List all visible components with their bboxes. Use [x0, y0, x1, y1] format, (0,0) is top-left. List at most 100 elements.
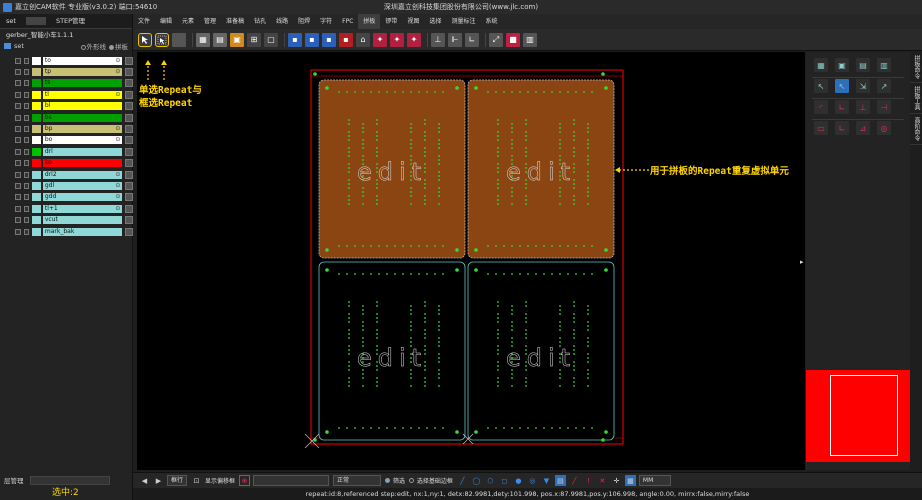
- layer-name[interactable]: bs: [42, 113, 123, 122]
- unit-select[interactable]: MM: [638, 475, 671, 486]
- layer-aux-button[interactable]: [125, 79, 133, 88]
- layer-visible-checkbox[interactable]: [15, 205, 21, 212]
- layer-affect-checkbox[interactable]: [23, 137, 30, 144]
- layer-aux-button[interactable]: [125, 136, 133, 145]
- layer-color-swatch[interactable]: [32, 56, 41, 65]
- align-icon[interactable]: ⊥: [431, 32, 445, 47]
- layer-row[interactable]: bp ⊙: [0, 123, 133, 134]
- box-select-repeat-button[interactable]: [155, 32, 169, 47]
- layer-name[interactable]: gdl ⊙: [42, 181, 123, 190]
- layer-visible-checkbox[interactable]: [15, 103, 21, 110]
- layer-color-swatch[interactable]: [32, 102, 41, 111]
- red-square-icon[interactable]: ■: [506, 32, 520, 47]
- eye-icon[interactable]: ⊙: [115, 125, 120, 133]
- red-tool-3-icon[interactable]: ✦: [390, 32, 404, 47]
- layer-aux-button[interactable]: [125, 181, 133, 190]
- layer-manager-label[interactable]: 层管理: [4, 475, 24, 485]
- move-icon[interactable]: ↗: [877, 79, 891, 93]
- minimap[interactable]: [806, 370, 910, 462]
- layer-affect-checkbox[interactable]: [23, 69, 30, 76]
- menu-item[interactable]: FPC: [337, 14, 358, 29]
- layer-row[interactable]: gdd ⊙: [0, 192, 133, 203]
- table-icon[interactable]: ⊞: [247, 32, 261, 47]
- menu-item[interactable]: 锣带: [380, 14, 402, 29]
- resize-icon[interactable]: ⇲: [856, 79, 870, 93]
- layer-row[interactable]: tl+1 ⊙: [0, 203, 133, 214]
- corner-icon[interactable]: ∟: [835, 100, 849, 114]
- eye-icon[interactable]: ⊙: [115, 91, 120, 99]
- layer-visible-checkbox[interactable]: [15, 69, 21, 76]
- filter-select[interactable]: 正常: [333, 475, 382, 486]
- collapse-arrow-icon[interactable]: ▸: [800, 258, 804, 266]
- layer-row[interactable]: ko: [0, 158, 133, 169]
- menu-item[interactable]: 准备稿: [221, 14, 249, 29]
- panel-icon[interactable]: ▣: [230, 32, 244, 47]
- layer-aux-button[interactable]: [125, 170, 133, 179]
- scale-icon[interactable]: ⤢: [489, 32, 503, 47]
- ring-tool-icon[interactable]: ◎: [527, 475, 538, 486]
- layer-name[interactable]: to ⊙: [42, 56, 123, 65]
- eye-icon[interactable]: ⊙: [115, 136, 120, 144]
- minimap-viewport[interactable]: [830, 375, 898, 456]
- layer-name[interactable]: ko: [42, 159, 123, 168]
- layer-name[interactable]: gdd ⊙: [42, 193, 123, 202]
- menu-item[interactable]: 文件: [133, 14, 155, 29]
- view-mode-icon[interactable]: ▤: [554, 475, 566, 486]
- layer-row[interactable]: tl ⊙: [0, 89, 133, 100]
- layer-aux-button[interactable]: [125, 147, 133, 156]
- eye-icon[interactable]: ⊙: [115, 205, 120, 213]
- layer-name[interactable]: tp ⊙: [42, 68, 123, 77]
- layer-color-swatch[interactable]: [32, 136, 41, 145]
- prev-arrow-icon[interactable]: ◀: [139, 475, 150, 486]
- menu-item[interactable]: 编辑: [155, 14, 177, 29]
- menu-item[interactable]: 管理: [199, 14, 221, 29]
- menu-item[interactable]: 阻焊: [293, 14, 315, 29]
- layer-aux-button[interactable]: [125, 56, 133, 65]
- measure-icon[interactable]: ∟: [465, 32, 479, 47]
- layer-color-swatch[interactable]: [32, 113, 41, 122]
- red-mark-icon[interactable]: !: [583, 475, 594, 486]
- layer-visible-checkbox[interactable]: [15, 148, 21, 155]
- frame-icon[interactable]: ▭: [814, 121, 828, 135]
- array-icon[interactable]: ▤: [213, 32, 227, 47]
- square-tool-icon[interactable]: ◻: [499, 475, 510, 486]
- layer-color-swatch[interactable]: [32, 170, 41, 179]
- toolbar-btn-3[interactable]: [172, 32, 186, 47]
- layer-color-swatch[interactable]: [32, 125, 41, 134]
- layer-color-swatch[interactable]: [32, 181, 41, 190]
- layer-name[interactable]: mark_bak: [42, 227, 123, 236]
- right-tab[interactable]: 拼板工具: [910, 83, 922, 114]
- target-icon[interactable]: ⊕: [239, 475, 251, 486]
- menu-item[interactable]: 测量标注: [446, 14, 480, 29]
- layer-row[interactable]: to ⊙: [0, 55, 133, 66]
- tab-step-manager[interactable]: STEP管理: [50, 14, 91, 29]
- layer-affect-checkbox[interactable]: [23, 182, 30, 189]
- layer-aux-button[interactable]: [125, 227, 133, 236]
- layer-color-swatch[interactable]: [32, 193, 41, 202]
- layer-visible-checkbox[interactable]: [15, 126, 21, 133]
- layer-name[interactable]: bl: [42, 102, 123, 111]
- red-line-icon[interactable]: ╱: [569, 475, 580, 486]
- snap-icon[interactable]: ▦: [624, 475, 636, 486]
- layer-aux-button[interactable]: [125, 68, 133, 77]
- red-tool-1-icon[interactable]: ▪: [339, 32, 353, 47]
- layer-aux-button[interactable]: [125, 216, 133, 225]
- eye-icon[interactable]: ⊙: [115, 182, 120, 190]
- layer-color-swatch[interactable]: [32, 227, 41, 236]
- next-arrow-icon[interactable]: ▶: [153, 475, 164, 486]
- layer-color-swatch[interactable]: [32, 147, 41, 156]
- right-tab[interactable]: 拼板命令: [910, 52, 922, 83]
- layer-row[interactable]: bs: [0, 112, 133, 123]
- select-icon[interactable]: ↖: [814, 79, 828, 93]
- dot-tool-icon[interactable]: ●: [513, 475, 524, 486]
- layer-affect-checkbox[interactable]: [23, 171, 30, 178]
- layer-visible-checkbox[interactable]: [15, 57, 21, 64]
- red-tool-4-icon[interactable]: ✦: [407, 32, 421, 47]
- distribute-icon[interactable]: ⊩: [448, 32, 462, 47]
- layer-name[interactable]: drl: [42, 147, 123, 156]
- layer-manager-input[interactable]: [29, 475, 110, 485]
- menu-item[interactable]: 系统: [480, 14, 502, 29]
- layer-affect-checkbox[interactable]: [23, 126, 30, 133]
- layer-visible-checkbox[interactable]: [15, 182, 21, 189]
- display-offset-icon[interactable]: ⊡: [191, 475, 202, 486]
